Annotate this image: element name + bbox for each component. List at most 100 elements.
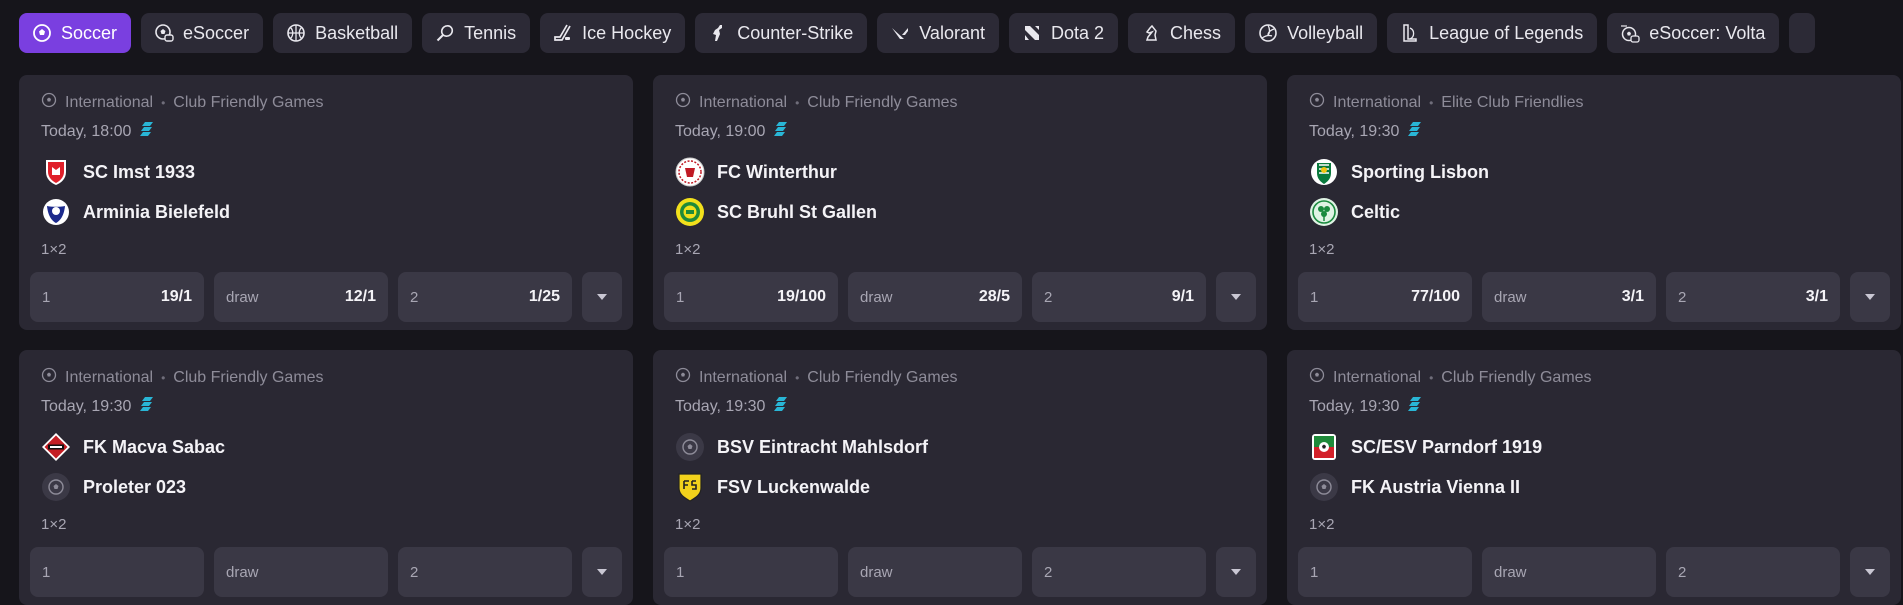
odds-button-draw[interactable]: draw 3/1 [1482,272,1656,322]
tab-label: Valorant [919,22,985,43]
odds-button-draw[interactable]: draw 28/5 [848,272,1022,322]
match-card[interactable]: International • Club Friendly Games Today, … [19,350,633,605]
home-team-name: Sporting Lisbon [1351,161,1489,182]
away-team-name: FSV Luckenwalde [717,476,871,497]
away-team[interactable]: FK Austria Vienna II [1309,472,1520,502]
away-team[interactable]: Proleter 023 [41,472,186,502]
more-markets-button[interactable] [1850,547,1890,597]
globe-icon [1309,92,1325,113]
odds-label: 2 [1044,563,1053,581]
odds-label: draw [226,288,259,306]
away-team[interactable]: FSV Luckenwalde [675,472,870,502]
tab-overflow-partial[interactable] [1789,13,1816,53]
odds-button-2[interactable]: 2 3/1 [1666,272,1840,322]
league-line[interactable]: International • Club Friendly Games [41,92,324,113]
match-card[interactable]: International • Club Friendly Games Today, … [19,75,633,330]
kickoff-time: Today, 19:30 [1309,121,1423,142]
kickoff-time: Today, 19:30 [41,396,155,417]
tab-dota-2[interactable]: Dota 2 [1008,13,1119,53]
more-markets-button[interactable] [1850,272,1890,322]
tab-label: Counter-Strike [737,22,854,43]
tab-chess[interactable]: Chess [1128,13,1236,53]
home-team[interactable]: Sporting Lisbon [1309,157,1489,187]
odds-button-1[interactable]: 1 [664,547,838,597]
away-team[interactable]: SC Bruhl St Gallen [675,197,877,227]
red-diamond-crest-icon [41,432,71,462]
odds-label: draw [1494,288,1527,306]
odds-button-1[interactable]: 1 77/100 [1298,272,1472,322]
tab-tennis[interactable]: Tennis [422,13,531,53]
more-markets-button[interactable] [1216,547,1256,597]
kickoff-time-text: Today, 18:00 [41,122,132,140]
region-name: International [1333,93,1422,111]
chevron-down-icon [1864,568,1876,576]
tab-soccer[interactable]: Soccer [19,13,132,53]
odds-row: 1 19/100 draw 28/5 2 9/1 [664,272,1256,322]
odds-button-1[interactable]: 1 [1298,547,1472,597]
tab-esoccer-volta[interactable]: eSoccer: Volta [1607,13,1780,53]
more-markets-button[interactable] [1216,272,1256,322]
tab-label: Chess [1170,22,1222,43]
odds-button-2[interactable]: 2 1/25 [398,272,572,322]
market-label: 1×2 [675,516,701,533]
tab-label: Dota 2 [1050,22,1105,43]
away-team-name: FK Austria Vienna II [1351,476,1521,497]
generic-ball-crest-icon [675,432,705,462]
league-line[interactable]: International • Club Friendly Games [41,367,324,388]
home-team[interactable]: SC/ESV Parndorf 1919 [1309,432,1542,462]
match-card[interactable]: International • Elite Club Friendlies Today… [1287,75,1901,330]
league-line[interactable]: International • Club Friendly Games [1309,367,1592,388]
home-team[interactable]: BSV Eintracht Mahlsdorf [675,432,928,462]
odds-button-1[interactable]: 1 19/1 [30,272,204,322]
dota-icon [1021,22,1043,44]
tab-volleyball[interactable]: Volleyball [1245,13,1378,53]
tab-label: Ice Hockey [582,22,672,43]
odds-button-draw[interactable]: draw [848,547,1022,597]
counter-strike-icon [707,22,729,44]
league-line[interactable]: International • Elite Club Friendlies [1309,92,1584,113]
odds-button-draw[interactable]: draw [214,547,388,597]
separator-dot: • [1429,95,1434,110]
tab-counter-strike[interactable]: Counter-Strike [695,13,868,53]
odds-label: 2 [1678,288,1687,306]
tab-esoccer[interactable]: eSoccer [141,13,264,53]
league-name: Club Friendly Games [173,368,324,386]
market-label: 1×2 [1309,516,1335,533]
match-card[interactable]: International • Club Friendly Games Today, … [1287,350,1901,605]
match-card[interactable]: International • Club Friendly Games Today, … [653,75,1267,330]
match-grid: International • Club Friendly Games Today, … [19,75,1901,605]
tab-ice-hockey[interactable]: Ice Hockey [540,13,686,53]
odds-button-2[interactable]: 2 [398,547,572,597]
home-team[interactable]: FK Macva Sabac [41,432,225,462]
league-line[interactable]: International • Club Friendly Games [675,367,958,388]
match-card[interactable]: International • Club Friendly Games Today, … [653,350,1267,605]
home-team[interactable]: SC Imst 1933 [41,157,195,187]
live-stream-icon [139,396,155,417]
away-team[interactable]: Celtic [1309,197,1400,227]
away-team[interactable]: Arminia Bielefeld [41,197,230,227]
region-name: International [65,368,154,386]
league-name: Club Friendly Games [173,93,324,111]
league-line[interactable]: International • Club Friendly Games [675,92,958,113]
odds-label: 1 [42,563,51,581]
tab-valorant[interactable]: Valorant [877,13,999,53]
odds-button-2[interactable]: 2 9/1 [1032,272,1206,322]
yellow-green-round-crest-icon [675,197,705,227]
odds-button-1[interactable]: 1 19/100 [664,272,838,322]
home-team[interactable]: FC Winterthur [675,157,837,187]
tab-league-of-legends[interactable]: League of Legends [1387,13,1598,53]
odds-button-2[interactable]: 2 [1032,547,1206,597]
odds-button-draw[interactable]: draw 12/1 [214,272,388,322]
odds-label: draw [1494,563,1527,581]
league-of-legends-icon [1399,22,1421,44]
tab-basketball[interactable]: Basketball [273,13,413,53]
soccer-ball-icon [31,22,53,44]
odds-row: 1 draw 2 [1298,547,1890,597]
more-markets-button[interactable] [582,272,622,322]
odds-button-draw[interactable]: draw [1482,547,1656,597]
odds-button-2[interactable]: 2 [1666,547,1840,597]
live-stream-icon [773,396,789,417]
more-markets-button[interactable] [582,547,622,597]
odds-label: 1 [676,288,685,306]
odds-button-1[interactable]: 1 [30,547,204,597]
